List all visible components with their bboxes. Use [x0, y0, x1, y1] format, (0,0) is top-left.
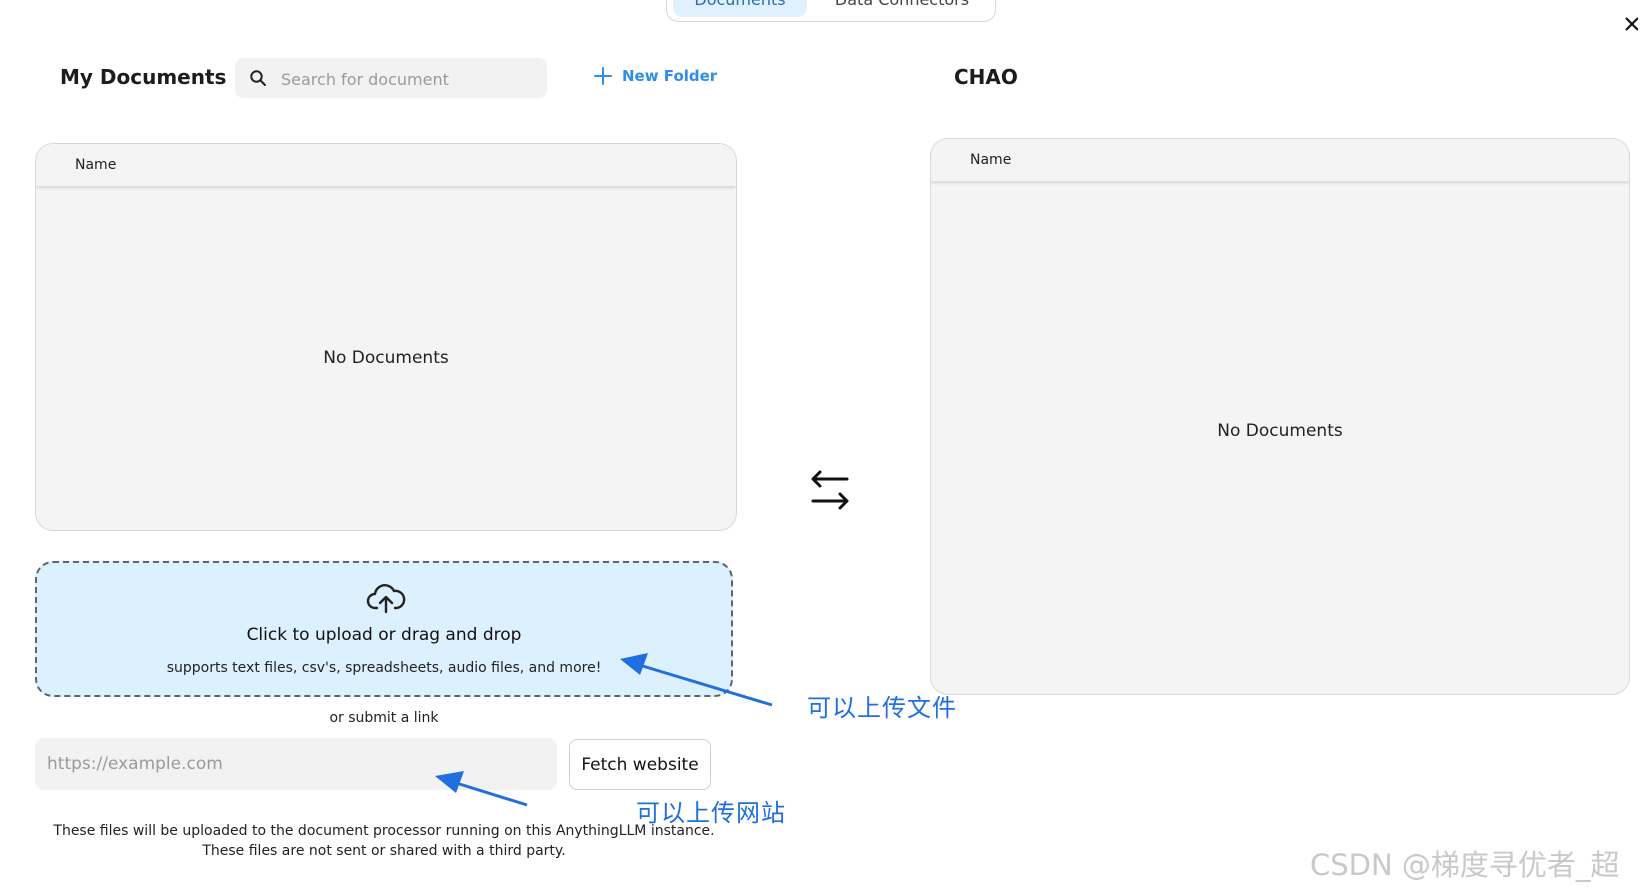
upload-dropzone[interactable]: Click to upload or drag and drop support… — [35, 561, 733, 697]
tab-data-connectors[interactable]: Data Connectors — [817, 0, 987, 17]
annotation-upload-files: 可以上传文件 — [807, 694, 957, 722]
privacy-note: These files will be uploaded to the docu… — [35, 821, 733, 861]
new-folder-label: New Folder — [622, 67, 718, 85]
privacy-note-line-1: These files will be uploaded to the docu… — [53, 823, 715, 839]
workspace-documents-panel: Name No Documents — [930, 138, 1630, 695]
swap-arrows-icon[interactable] — [810, 470, 850, 510]
tab-documents[interactable]: Documents — [673, 0, 807, 17]
privacy-note-line-2: These files are not sent or shared with … — [202, 843, 566, 859]
table-header: Name — [36, 144, 736, 186]
document-manager-modal: Documents Data Connectors My Documents N… — [0, 0, 1640, 891]
my-documents-title: My Documents — [60, 65, 227, 89]
workspace-title: CHAO — [954, 65, 1018, 89]
table-header: Name — [931, 139, 1629, 181]
search-input[interactable] — [279, 58, 543, 100]
annotation-upload-website: 可以上传网站 — [636, 799, 786, 827]
close-icon[interactable] — [1624, 14, 1638, 34]
cloud-upload-icon — [366, 584, 406, 614]
fetch-website-button[interactable]: Fetch website — [569, 739, 711, 790]
search-icon — [250, 70, 266, 86]
top-tab-bar: Documents Data Connectors — [666, 0, 996, 22]
empty-state-text: No Documents — [323, 348, 449, 368]
my-documents-panel: Name No Documents — [35, 143, 737, 531]
url-input[interactable] — [35, 738, 557, 790]
upload-subtitle: supports text files, csv's, spreadsheets… — [166, 660, 602, 676]
upload-title: Click to upload or drag and drop — [246, 625, 522, 645]
watermark: CSDN @梯度寻优者_超 — [1310, 848, 1620, 882]
column-name-header: Name — [75, 157, 117, 173]
new-folder-button[interactable]: New Folder — [594, 67, 717, 85]
or-submit-link-text: or submit a link — [329, 710, 439, 726]
search-box[interactable] — [235, 58, 547, 100]
empty-state-text: No Documents — [1217, 421, 1343, 441]
column-name-header: Name — [970, 152, 1012, 168]
plus-icon — [594, 67, 612, 85]
